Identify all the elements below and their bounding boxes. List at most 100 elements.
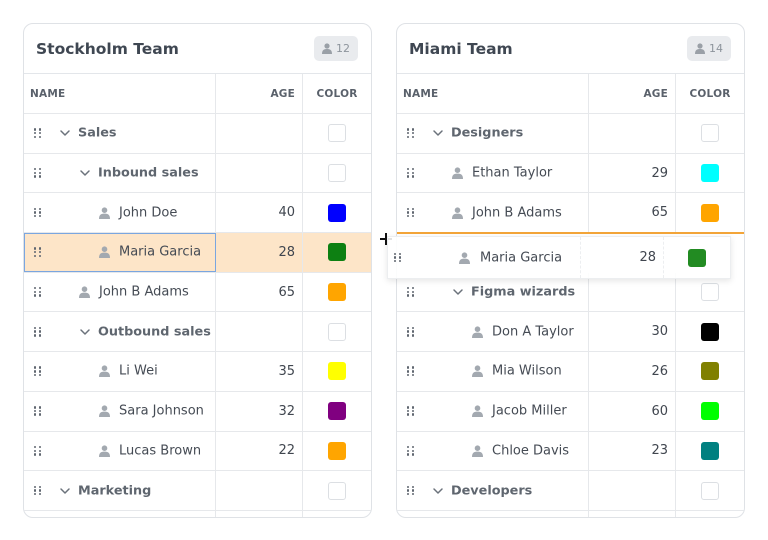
person-icon [472, 365, 483, 378]
drag-ghost-row[interactable]: Maria Garcia 28 [387, 236, 731, 279]
chevron-down-icon[interactable] [79, 167, 91, 179]
group-label: Designers [451, 125, 524, 141]
table-row[interactable]: John Doe 40 [24, 193, 371, 234]
name-column-header[interactable]: NAME [24, 74, 216, 113]
drag-handle-icon[interactable] [407, 326, 415, 337]
color-swatch[interactable] [328, 203, 346, 222]
color-swatch-empty[interactable] [328, 322, 346, 341]
age-value: 60 [651, 403, 668, 419]
table-row[interactable]: Sara Johnson 32 [24, 391, 371, 432]
drag-handle-icon[interactable] [407, 366, 415, 377]
drag-handle-icon[interactable] [34, 366, 42, 377]
table-row[interactable]: Jacob Miller 60 [397, 391, 744, 432]
drag-handle-icon[interactable] [407, 168, 415, 178]
color-swatch[interactable] [328, 283, 346, 302]
drag-handle-icon[interactable] [34, 445, 42, 456]
age-column-header[interactable]: AGE [216, 74, 303, 113]
table-row[interactable]: Chloe Davis 23 [397, 431, 744, 472]
name-cell: Sara Johnson [24, 391, 216, 431]
color-column-header[interactable]: COLOR [303, 74, 371, 113]
color-swatch[interactable] [328, 402, 346, 421]
person-name: Mia Wilson [492, 363, 562, 379]
group-row[interactable]: Developers [397, 471, 744, 511]
column-header-row: NAME AGE COLOR [397, 74, 744, 114]
column-header-row: NAME AGE COLOR [24, 74, 371, 114]
table-row[interactable]: Mia Wilson 26 [397, 352, 744, 392]
color-swatch[interactable] [701, 164, 719, 183]
color-cell [676, 193, 744, 232]
person-name: Maria Garcia [480, 250, 563, 265]
drag-handle-icon[interactable] [407, 406, 415, 416]
age-value: 28 [639, 250, 656, 265]
chevron-down-icon[interactable] [452, 286, 464, 298]
color-cell [676, 312, 744, 351]
table-row[interactable]: Don A Taylor 30 [397, 312, 744, 353]
table-row[interactable]: Lucas Brown 22 [24, 431, 371, 472]
drag-handle-icon[interactable] [407, 485, 415, 496]
drag-handle-icon[interactable] [394, 252, 402, 263]
drag-handle-icon[interactable] [407, 207, 415, 218]
group-row[interactable]: Inbound sales [24, 153, 371, 194]
table-row[interactable]: Maria Garcia 28 [24, 233, 371, 273]
color-swatch[interactable] [701, 322, 719, 341]
chevron-down-icon[interactable] [432, 127, 444, 139]
color-swatch-empty[interactable] [701, 283, 719, 302]
color-swatch[interactable] [701, 362, 719, 381]
color-cell [303, 471, 371, 510]
color-swatch[interactable] [701, 203, 719, 222]
color-cell [303, 432, 371, 471]
name-cell: John B Adams [397, 193, 589, 233]
drag-handle-icon[interactable] [34, 287, 42, 297]
chevron-down-icon[interactable] [59, 127, 71, 139]
drag-handle-icon[interactable] [407, 445, 415, 456]
drag-handle-icon[interactable] [34, 406, 42, 416]
drag-handle-icon[interactable] [34, 207, 42, 218]
team-grid: NAME AGE COLOR Sales Inbound sales John Do… [24, 74, 371, 517]
drag-handle-icon[interactable] [34, 485, 42, 496]
person-name: John Doe [119, 205, 178, 221]
chevron-down-icon[interactable] [432, 485, 444, 497]
color-swatch-empty[interactable] [328, 164, 346, 183]
color-swatch-empty[interactable] [701, 124, 719, 143]
group-row[interactable]: Sales [24, 114, 371, 154]
color-swatch[interactable] [328, 362, 346, 381]
group-row[interactable]: Outbound sales [24, 312, 371, 353]
age-value: 26 [651, 363, 668, 379]
team-grid: NAME AGE COLOR Designers Ethan Taylor 29 Jo… [397, 74, 744, 517]
age-cell [216, 312, 303, 352]
name-cell: Outbound sales [24, 312, 216, 352]
drag-handle-icon[interactable] [407, 287, 415, 297]
person-icon [99, 445, 110, 457]
table-row[interactable]: John B Adams 65 [397, 193, 744, 234]
color-swatch[interactable] [328, 243, 346, 262]
drag-handle-icon[interactable] [34, 168, 42, 178]
person-icon [472, 445, 483, 457]
age-column-header[interactable]: AGE [589, 74, 676, 113]
name-cell: Sales [24, 114, 216, 153]
drag-handle-icon[interactable] [34, 128, 42, 139]
age-value: 28 [278, 244, 295, 260]
color-swatch[interactable] [328, 441, 346, 460]
color-swatch-empty[interactable] [328, 124, 346, 143]
age-cell: 65 [589, 193, 676, 233]
drag-handle-icon[interactable] [34, 247, 42, 258]
color-swatch-empty[interactable] [701, 481, 719, 500]
name-column-header[interactable]: NAME [397, 74, 589, 113]
name-cell: Designers [397, 114, 589, 153]
table-row[interactable]: Ethan Taylor 29 [397, 153, 744, 194]
table-row[interactable]: John B Adams 65 [24, 272, 371, 313]
color-swatch[interactable] [701, 441, 719, 460]
color-column-header[interactable]: COLOR [676, 74, 744, 113]
color-cell [303, 352, 371, 391]
group-row[interactable]: Marketing [24, 471, 371, 511]
group-label: Outbound sales [98, 324, 211, 340]
table-row[interactable]: Li Wei 35 [24, 352, 371, 392]
color-swatch[interactable] [701, 402, 719, 421]
group-row[interactable]: Designers [397, 114, 744, 154]
drag-handle-icon[interactable] [407, 128, 415, 139]
drag-handle-icon[interactable] [34, 326, 42, 337]
member-count: 14 [709, 42, 723, 55]
color-swatch-empty[interactable] [328, 481, 346, 500]
chevron-down-icon[interactable] [59, 485, 71, 497]
chevron-down-icon[interactable] [79, 326, 91, 338]
